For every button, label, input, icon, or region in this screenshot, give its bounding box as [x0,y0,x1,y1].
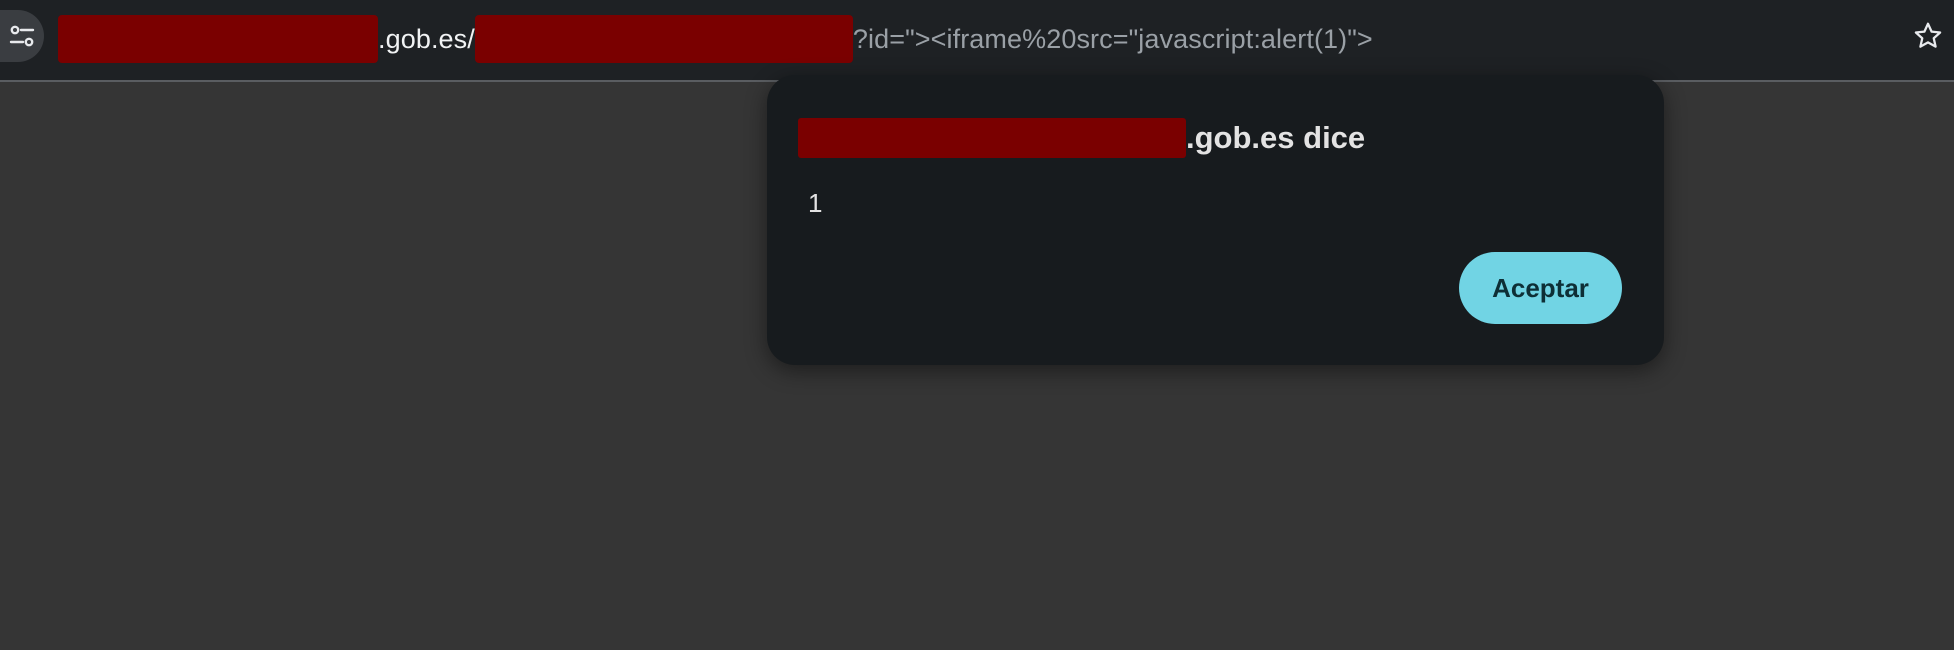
url-host-suffix: .gob.es/ [378,23,475,54]
site-info-button[interactable] [0,10,44,62]
alert-dialog: .gob.es dice 1 Aceptar [767,75,1664,365]
dialog-title-suffix: .gob.es dice [1186,120,1366,155]
url-query: ?id="><iframe%20src="javascript:alert(1)… [852,23,1373,54]
accept-button[interactable]: Aceptar [1459,252,1622,324]
redacted-subdomain [58,15,378,63]
star-icon [1914,22,1942,48]
bookmark-button[interactable] [1908,16,1948,56]
redacted-path [474,15,853,63]
address-bar[interactable]: .gob.es/ ?id="><iframe%20src="javascript… [58,14,1373,64]
redacted-origin [798,118,1186,158]
dialog-message: 1 [808,188,823,218]
dialog-title: .gob.es dice [798,118,1365,158]
tune-icon [9,25,35,47]
browser-toolbar: .gob.es/ ?id="><iframe%20src="javascript… [0,0,1954,82]
